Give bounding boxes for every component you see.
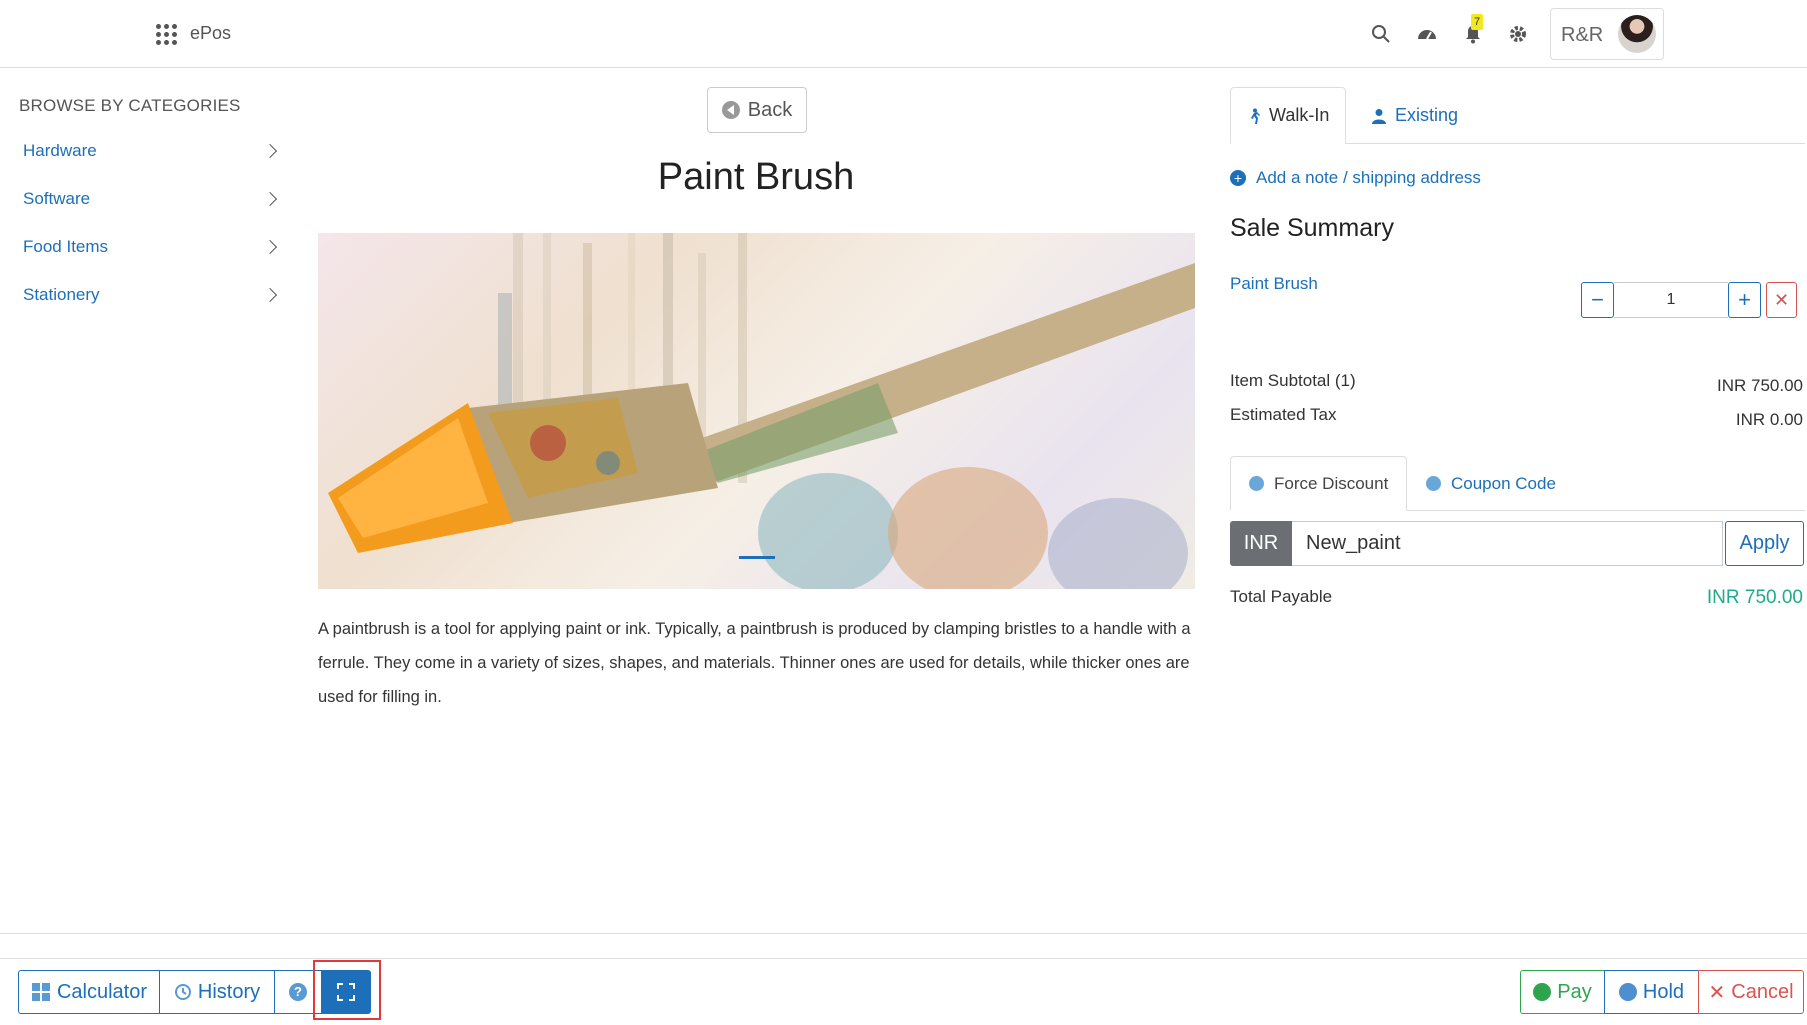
search-icon[interactable] [1367,20,1395,48]
total-payable-label: Total Payable [1230,587,1333,606]
footer-divider [0,933,1807,934]
history-button[interactable]: History [159,970,275,1014]
category-hardware[interactable]: Hardware [23,134,281,168]
item-subtotal-value: INR 750.00 [1717,376,1803,395]
hold-button[interactable]: Hold [1604,970,1699,1014]
walking-person-icon [1251,108,1260,124]
add-note-label: Add a note / shipping address [1256,168,1481,187]
categories-title: BROWSE BY CATEGORIES [19,96,241,115]
category-label: Hardware [23,141,97,160]
category-label: Software [23,189,91,208]
back-button[interactable]: Back [707,87,807,133]
tab-force-discount[interactable]: Force Discount [1230,456,1408,511]
footer-divider [0,958,1807,959]
quantity-stepper: − 1 + ✕ [1581,282,1797,318]
calculator-button[interactable]: Calculator [18,970,160,1014]
history-label: History [197,980,261,1003]
notification-badge: 7 [1471,14,1483,30]
estimated-tax-value: INR 0.00 [1735,410,1803,429]
gear-icon[interactable] [1504,20,1532,48]
plus-circle-icon: + [1230,170,1246,186]
close-icon: ✕ [1708,981,1726,1004]
add-note-link[interactable]: + Add a note / shipping address [1230,168,1481,188]
apps-grid-icon[interactable] [156,24,178,46]
product-title: Paint Brush [657,156,855,198]
user-menu[interactable]: R&R [1550,8,1664,60]
estimated-tax-label: Estimated Tax [1230,405,1337,424]
quantity-input[interactable]: 1 [1614,282,1728,318]
tab-coupon-code-label: Coupon Code [1451,473,1556,493]
discount-input-group: INR New_paint Apply [1230,521,1804,566]
calculator-icon [31,983,50,1001]
tab-walk-in-label: Walk-In [1269,105,1330,125]
category-stationery[interactable]: Stationery [23,278,281,312]
discount-icon [1249,476,1264,491]
calculator-label: Calculator [56,980,148,1003]
pause-circle-icon [1618,983,1637,1001]
customer-tabs: Walk-In Existing [1230,87,1805,144]
tab-existing[interactable]: Existing [1355,87,1474,144]
pay-button[interactable]: Pay [1520,970,1605,1014]
product-image [318,233,1195,589]
category-label: Food Items [23,237,109,256]
item-subtotal-row: Item Subtotal (1) INR 750.00 [1230,371,1803,396]
help-icon: ? [289,983,307,1001]
cancel-button[interactable]: ✕ Cancel [1698,970,1804,1014]
avatar [1618,15,1656,53]
cancel-label: Cancel [1731,980,1794,1003]
chevron-right-icon [262,287,278,303]
cart-item-name[interactable]: Paint Brush [1230,274,1318,294]
carousel-indicator[interactable] [739,556,775,559]
category-software[interactable]: Software [23,182,281,216]
chevron-right-icon [262,143,278,159]
top-bar: ePos 7 R&R [0,0,1807,68]
hold-label: Hold [1642,980,1685,1003]
total-payable-row: Total Payable INR 750.00 [1230,587,1803,609]
total-payable-value: INR 750.00 [1706,587,1803,608]
sale-summary-title: Sale Summary [1230,214,1394,242]
item-subtotal-label: Item Subtotal (1) [1230,371,1356,390]
apply-button[interactable]: Apply [1725,521,1804,566]
pay-label: Pay [1557,980,1592,1003]
tab-coupon-code[interactable]: Coupon Code [1408,456,1574,511]
discount-input[interactable]: New_paint [1292,521,1723,566]
estimated-tax-row: Estimated Tax INR 0.00 [1230,405,1803,430]
back-arrow-icon [721,101,740,119]
currency-addon: INR [1230,521,1292,566]
decrease-qty-button[interactable]: − [1581,282,1614,318]
chevron-right-icon [262,239,278,255]
highlight-box [313,960,381,1020]
app-name[interactable]: ePos [190,23,231,44]
category-label: Stationery [23,285,100,304]
user-icon [1372,108,1386,124]
discount-tabs: Force Discount Coupon Code [1230,456,1805,511]
tab-walk-in[interactable]: Walk-In [1230,87,1347,144]
back-label: Back [747,98,793,121]
user-name: R&R [1561,24,1604,46]
category-food-items[interactable]: Food Items [23,230,281,264]
remove-item-button[interactable]: ✕ [1766,282,1797,318]
tab-existing-label: Existing [1395,105,1459,125]
chevron-right-icon [262,191,278,207]
product-description: A paintbrush is a tool for applying pain… [318,620,1191,706]
tab-force-discount-label: Force Discount [1274,473,1389,493]
history-icon [174,984,191,1000]
arrow-right-circle-icon [1533,983,1552,1001]
dashboard-icon[interactable] [1413,20,1441,48]
increase-qty-button[interactable]: + [1728,282,1761,318]
coupon-icon [1426,476,1441,491]
